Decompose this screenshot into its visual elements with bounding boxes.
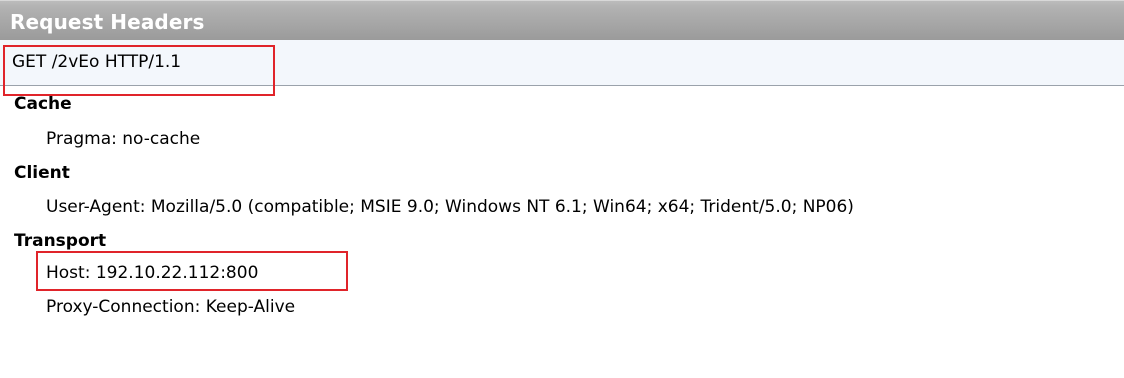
header-user-agent: User-Agent: Mozilla/5.0 (compatible; MSI… [46,197,854,217]
group-client-label[interactable]: Client [14,163,70,183]
request-line-highlight-box [3,45,275,96]
group-transport-label[interactable]: Transport [14,231,106,251]
header-pragma: Pragma: no-cache [46,129,201,149]
group-cache-label[interactable]: Cache [14,94,72,114]
host-highlight-box [36,251,348,291]
panel-title-bar: Request Headers [0,0,1124,40]
panel-title: Request Headers [10,10,205,34]
header-proxy-connection: Proxy-Connection: Keep-Alive [46,297,296,317]
